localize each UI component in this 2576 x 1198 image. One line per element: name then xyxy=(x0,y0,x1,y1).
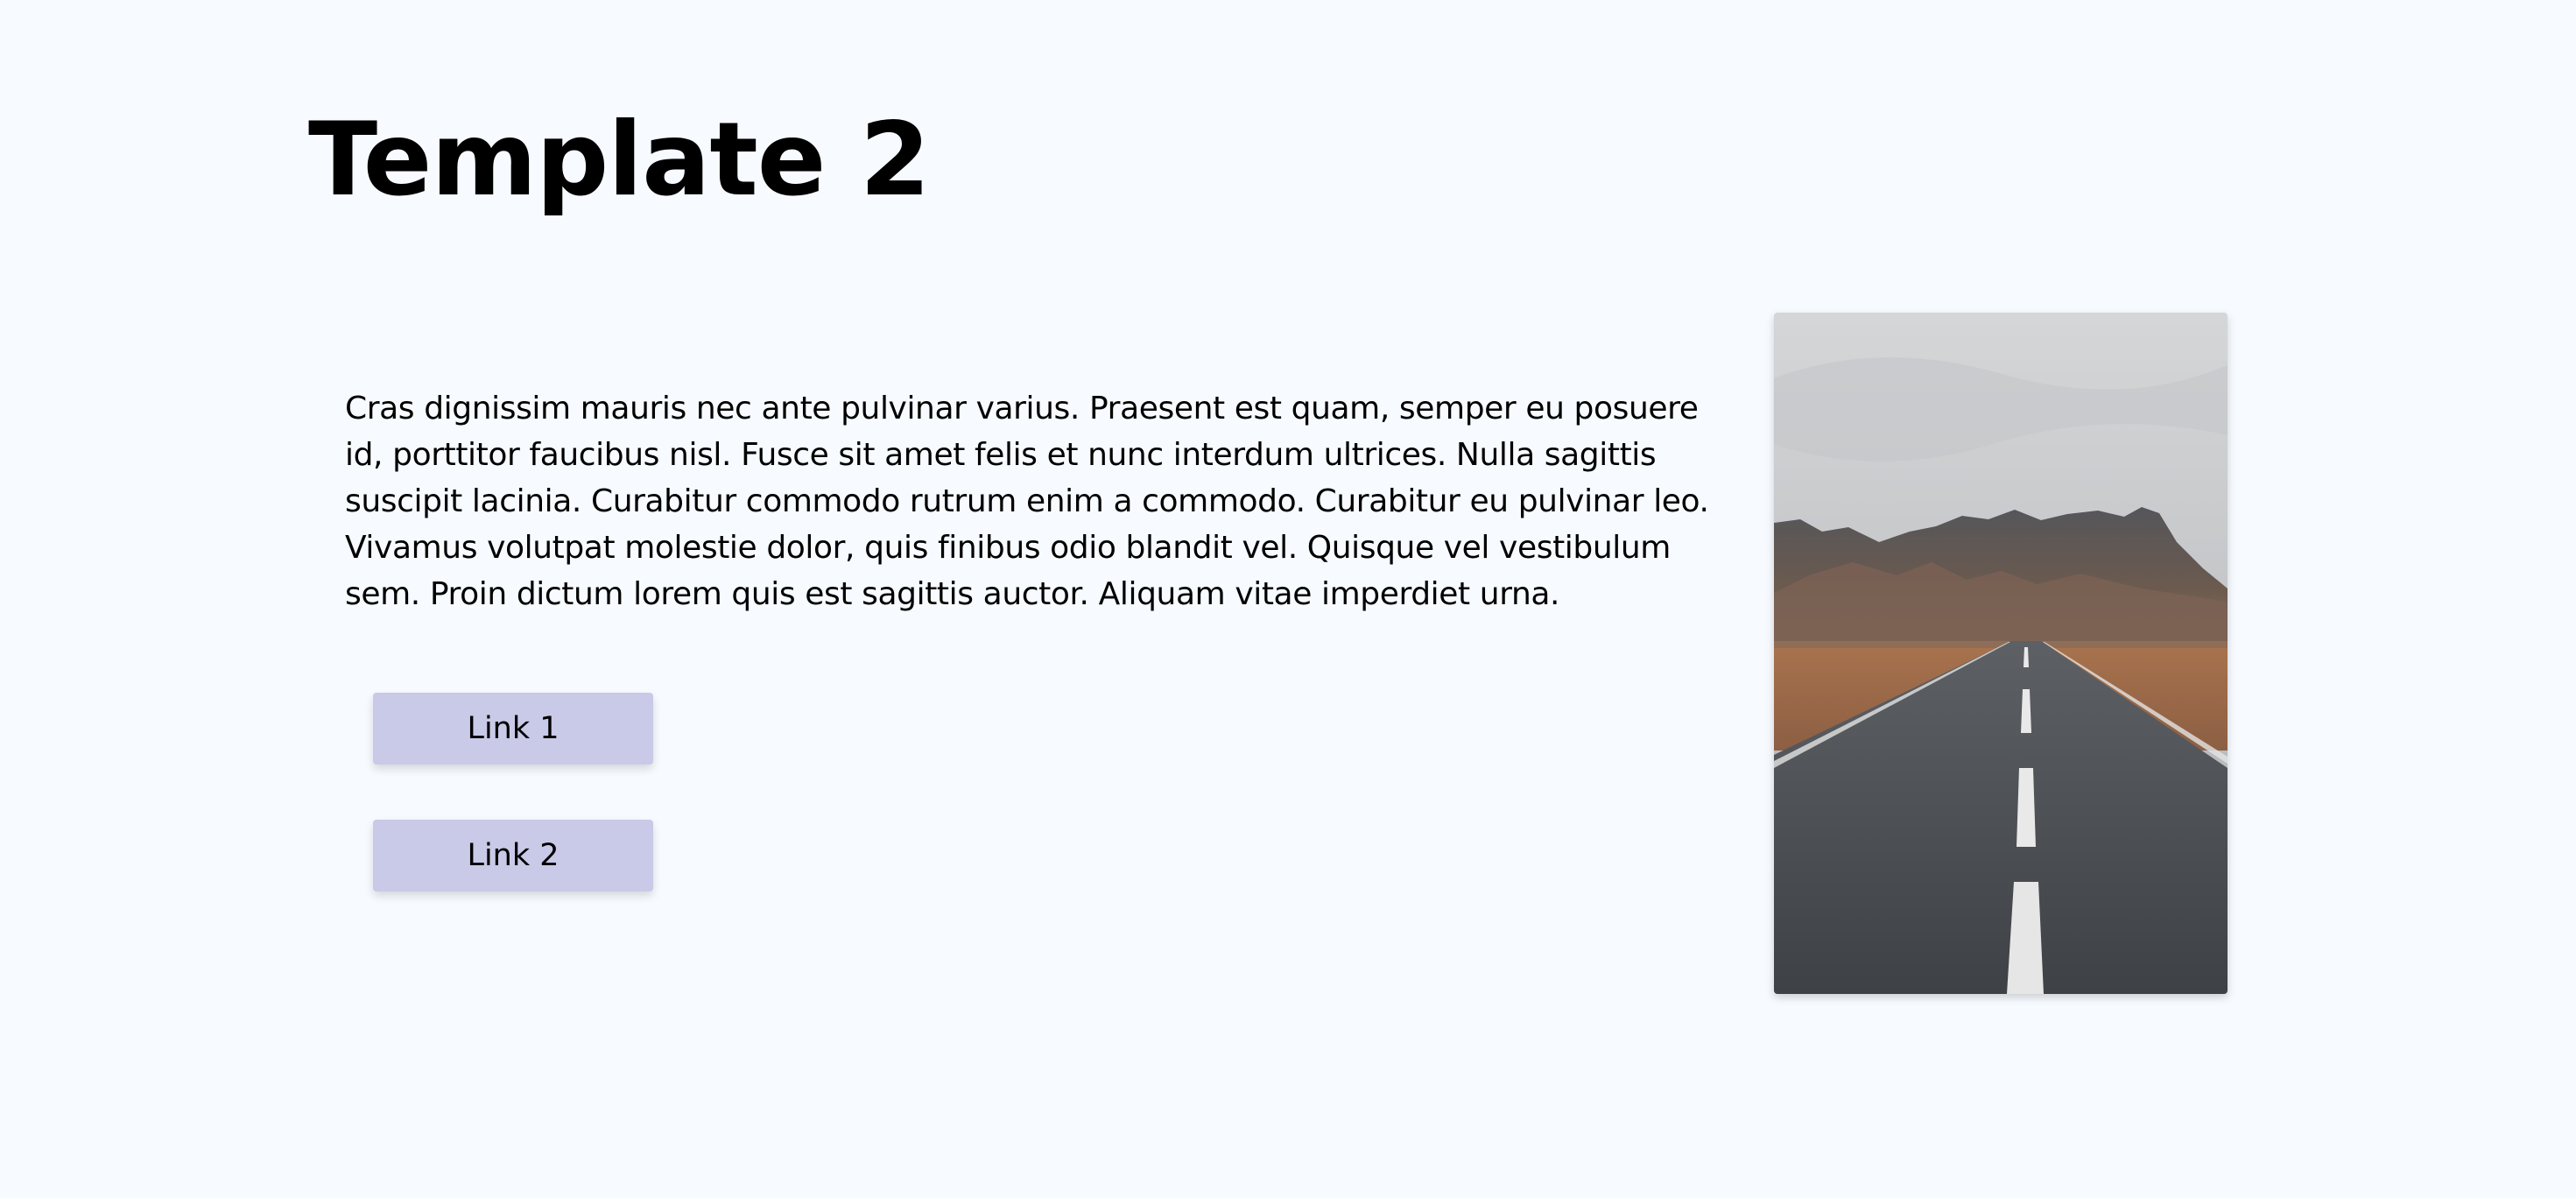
link-1-button[interactable]: Link 1 xyxy=(373,693,653,765)
body-paragraph: Cras dignissim mauris nec ante pulvinar … xyxy=(345,391,1709,612)
road-mountain-photo xyxy=(1774,313,2228,994)
link-2-button[interactable]: Link 2 xyxy=(373,820,653,891)
page-title: Template 2 xyxy=(308,101,931,219)
